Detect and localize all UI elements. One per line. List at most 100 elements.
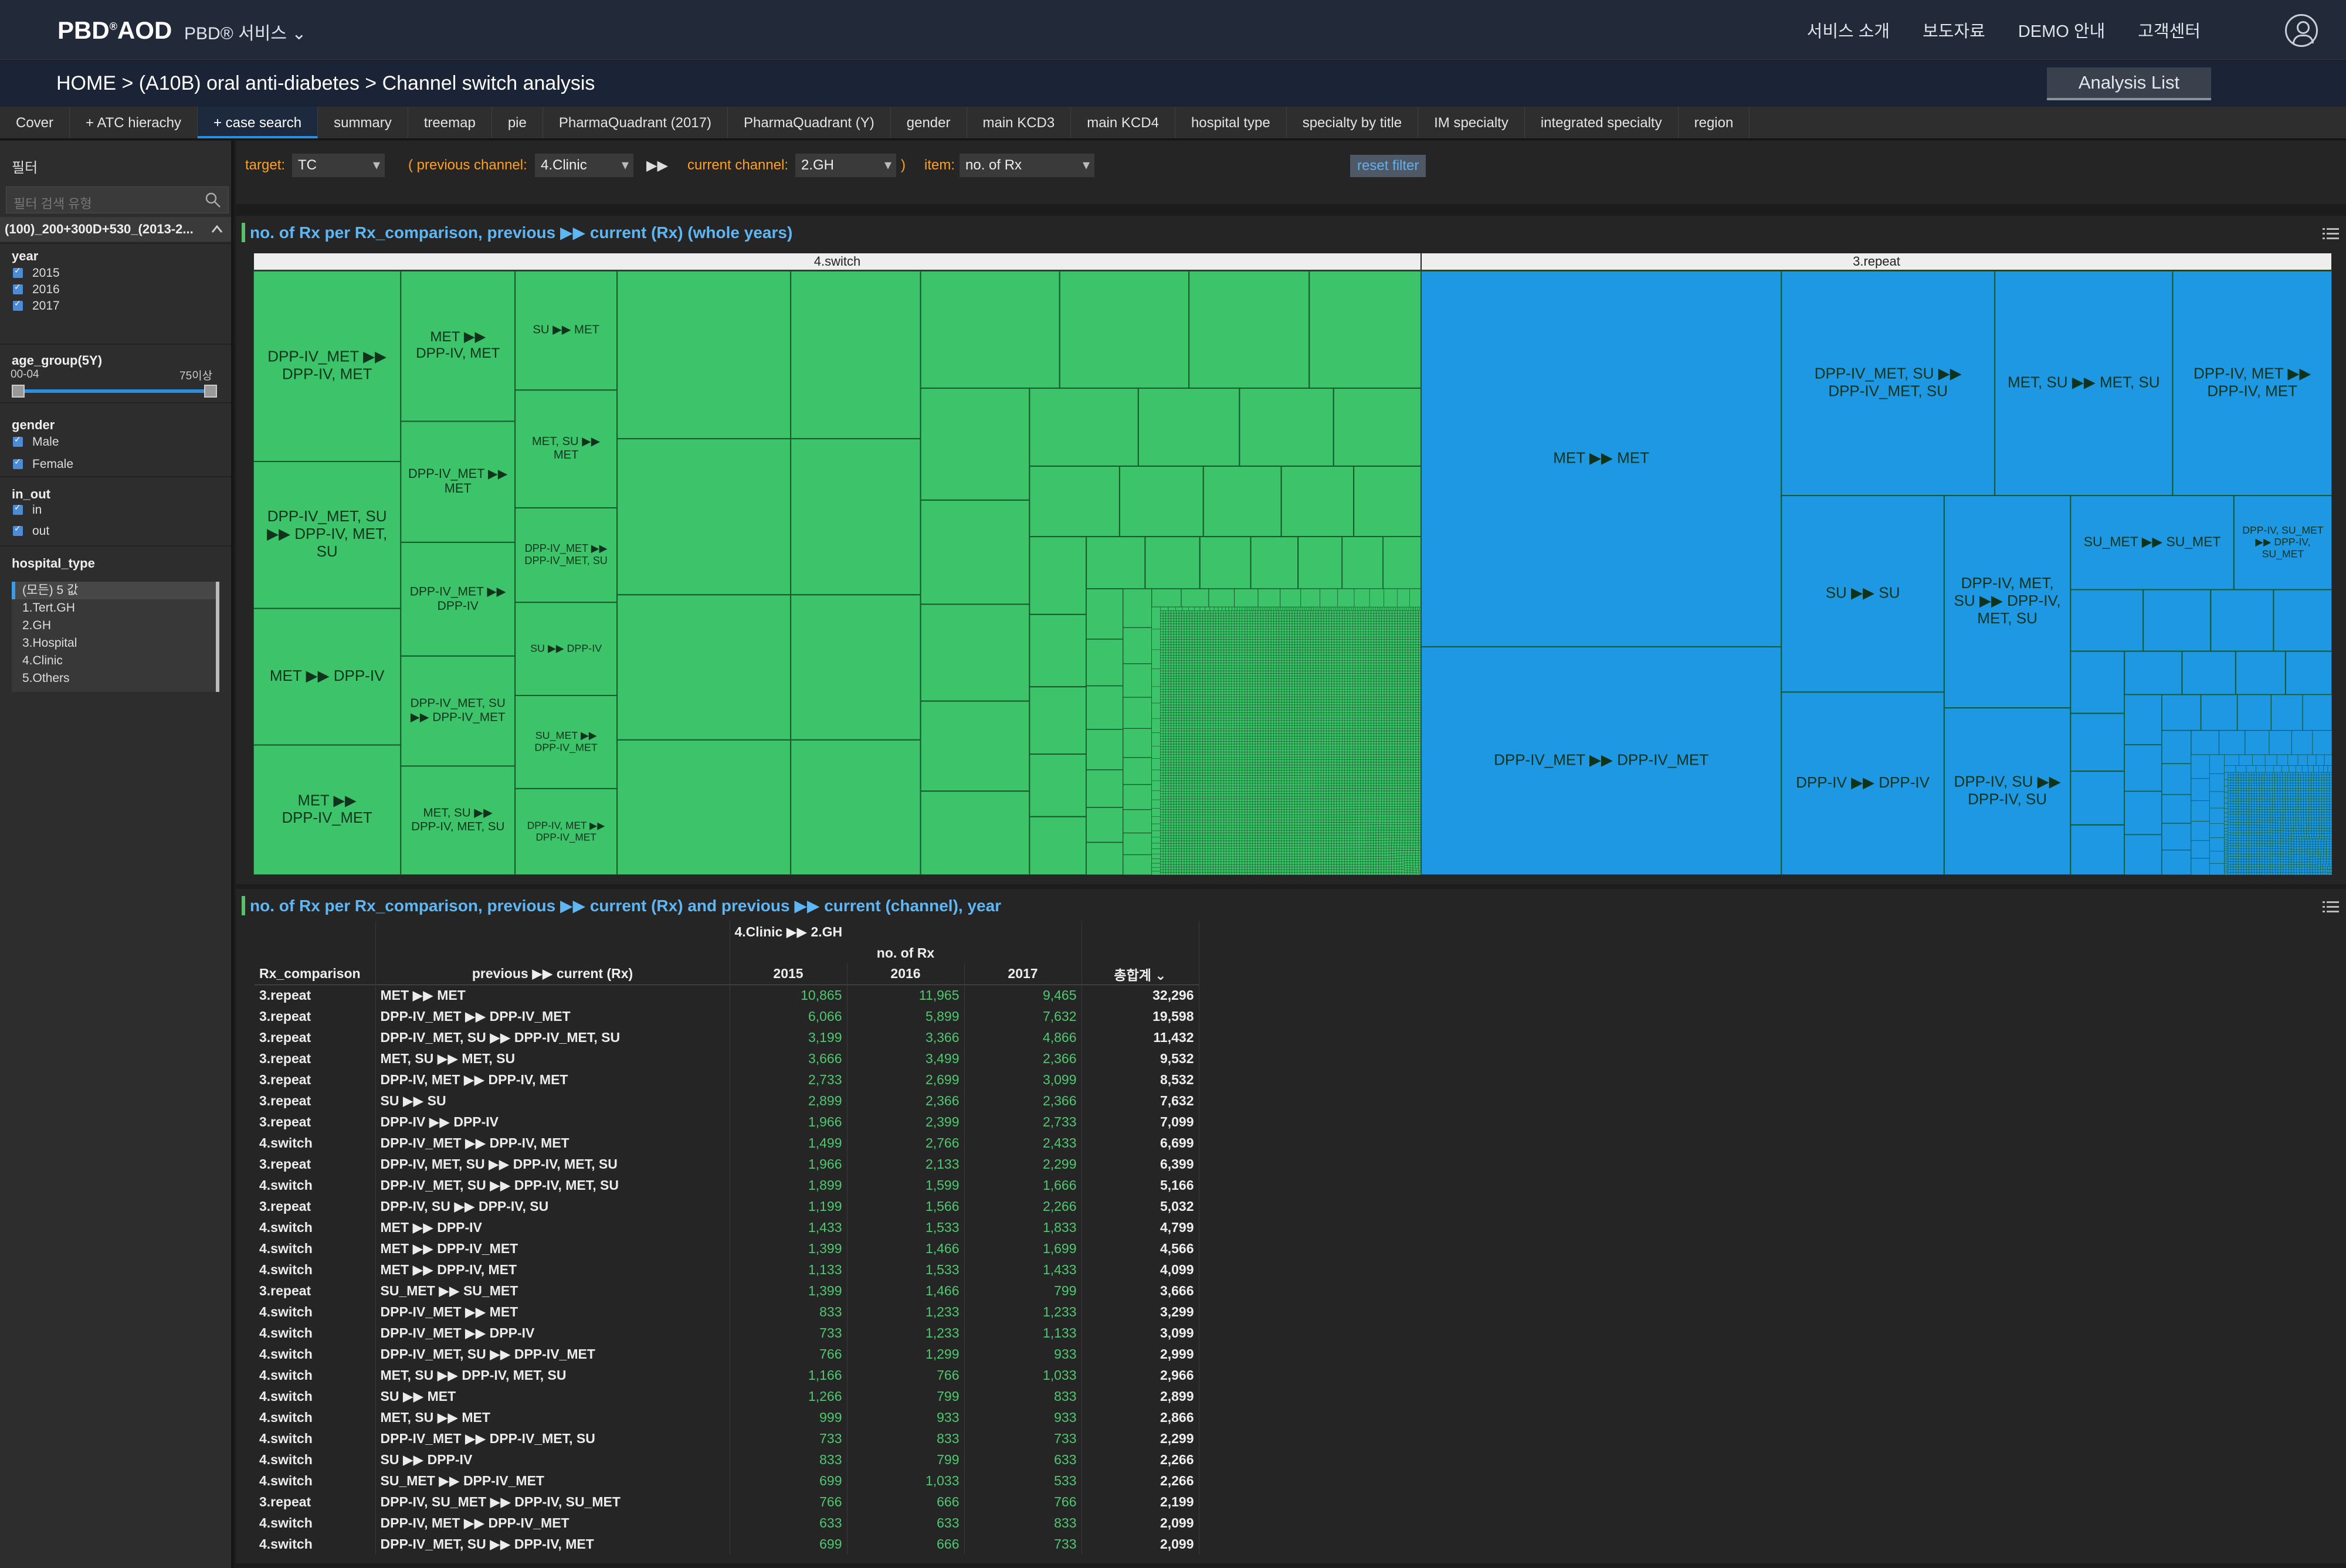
treemap-cell[interactable] — [1171, 694, 1174, 698]
treemap-cell[interactable] — [1389, 632, 1392, 635]
treemap-cell[interactable] — [1410, 632, 1413, 635]
treemap-cell[interactable] — [1181, 665, 1185, 669]
treemap-cell[interactable] — [1310, 616, 1314, 619]
treemap-cell[interactable] — [1399, 636, 1403, 640]
treemap-cell[interactable] — [1215, 738, 1219, 742]
treemap-cell[interactable] — [1410, 626, 1413, 630]
treemap-cell[interactable] — [1352, 639, 1356, 643]
treemap-cell[interactable] — [1226, 809, 1229, 813]
treemap-cell[interactable] — [1171, 767, 1174, 771]
treemap-cell[interactable] — [1215, 851, 1219, 854]
treemap-cell[interactable] — [1194, 775, 1198, 779]
treemap-cell[interactable] — [1221, 738, 1224, 742]
treemap-cell[interactable] — [1413, 652, 1416, 656]
treemap-cell[interactable] — [1226, 790, 1229, 795]
treemap-cell[interactable] — [1186, 678, 1190, 682]
treemap-cell[interactable] — [1184, 752, 1187, 755]
treemap-cell[interactable] — [1313, 668, 1316, 671]
treemap-cell[interactable] — [1218, 793, 1222, 797]
treemap-cell[interactable] — [1202, 733, 1206, 737]
treemap-cell[interactable] — [1342, 626, 1345, 630]
treemap-cell[interactable] — [1178, 702, 1182, 705]
treemap-cell[interactable] — [1316, 650, 1319, 653]
treemap-cell[interactable] — [1165, 820, 1169, 823]
treemap-cell[interactable] — [1352, 623, 1356, 627]
treemap-cell[interactable] — [1229, 616, 1232, 619]
treemap-cell[interactable] — [1305, 618, 1308, 622]
treemap-cell[interactable] — [1186, 869, 1190, 873]
treemap-cell[interactable] — [1289, 676, 1293, 679]
treemap-cell[interactable] — [1389, 657, 1392, 661]
treemap-cell[interactable] — [1307, 663, 1311, 666]
treemap-cell[interactable] — [1186, 657, 1190, 661]
treemap-cell[interactable] — [1410, 639, 1413, 643]
treemap-cell[interactable] — [1194, 783, 1198, 786]
treemap-cell[interactable] — [1242, 618, 1245, 622]
treemap-cell[interactable] — [1186, 736, 1190, 739]
treemap-cell[interactable] — [1205, 741, 1208, 745]
treemap-cell[interactable] — [1323, 642, 1327, 645]
treemap-cell[interactable] — [1268, 618, 1272, 622]
treemap-cell[interactable] — [1208, 697, 1211, 700]
treemap-cell[interactable] — [1215, 668, 1219, 671]
treemap-cell[interactable] — [1176, 663, 1179, 666]
treemap-cell[interactable] — [1086, 807, 1124, 843]
treemap-cell[interactable] — [1162, 712, 1166, 716]
treemap-cell[interactable] — [1413, 613, 1416, 616]
treemap-cell[interactable] — [1394, 610, 1398, 614]
treemap-cell[interactable] — [1305, 616, 1308, 619]
treemap-cell[interactable] — [1257, 652, 1261, 656]
treemap-cell[interactable] — [1210, 864, 1213, 867]
treemap-cell[interactable] — [1270, 639, 1274, 643]
treemap-cell[interactable] — [1168, 699, 1171, 703]
treemap-cell[interactable] — [1184, 623, 1187, 627]
treemap-cell[interactable] — [1199, 812, 1203, 815]
treemap-cell[interactable] — [1178, 684, 1182, 687]
treemap-cell[interactable] — [1376, 663, 1379, 666]
treemap-cell[interactable] — [1192, 626, 1195, 630]
treemap-cell[interactable] — [1226, 801, 1229, 805]
treemap-cell[interactable] — [1176, 765, 1179, 768]
treemap-cell[interactable] — [1365, 647, 1369, 650]
treemap-cell[interactable] — [1162, 780, 1166, 784]
treemap-cell[interactable] — [1234, 644, 1238, 648]
treemap-cell[interactable] — [1337, 621, 1340, 625]
treemap-cell[interactable] — [1186, 849, 1190, 852]
treemap-cell[interactable] — [1197, 752, 1201, 755]
treemap-cell[interactable] — [1316, 670, 1319, 674]
treemap-cell[interactable] — [1247, 652, 1250, 656]
treemap-cell[interactable] — [1239, 626, 1243, 630]
treemap-cell[interactable] — [1173, 697, 1177, 700]
treemap-cell[interactable] — [1215, 812, 1219, 815]
treemap-cell[interactable] — [1184, 759, 1187, 763]
treemap-cell[interactable] — [1226, 663, 1229, 666]
treemap-cell[interactable] — [1376, 673, 1379, 677]
treemap-cell[interactable] — [1029, 816, 1087, 875]
treemap-cell[interactable] — [1192, 864, 1195, 867]
treemap-cell[interactable] — [1194, 762, 1198, 766]
treemap-cell[interactable] — [1192, 657, 1195, 661]
treemap-cell[interactable] — [1202, 783, 1206, 786]
treemap-cell[interactable] — [1226, 702, 1229, 705]
treemap-cell[interactable] — [1287, 606, 1290, 611]
treemap-cell[interactable] — [1323, 634, 1327, 637]
treemap-cell[interactable] — [1208, 723, 1211, 727]
treemap-cell[interactable] — [1165, 616, 1169, 619]
treemap-cell[interactable] — [1160, 765, 1164, 768]
treemap-cell[interactable] — [1171, 623, 1174, 627]
treemap-cell[interactable] — [1365, 632, 1369, 635]
treemap-cell[interactable] — [1165, 793, 1169, 797]
treemap-cell[interactable] — [1215, 759, 1219, 763]
treemap-cell[interactable] — [1186, 814, 1190, 818]
treemap-cell[interactable] — [1181, 655, 1185, 659]
treemap-cell[interactable] — [1192, 736, 1195, 739]
treemap-cell[interactable] — [1291, 678, 1295, 682]
treemap-cell[interactable] — [1233, 681, 1238, 684]
treemap-cell[interactable] — [1178, 824, 1182, 829]
treemap-cell[interactable] — [1226, 715, 1229, 718]
treemap-cell[interactable] — [1176, 812, 1179, 815]
treemap-cell[interactable] — [1171, 613, 1174, 616]
treemap-cell[interactable] — [1294, 660, 1298, 664]
treemap-cell[interactable] — [1354, 588, 1370, 607]
treemap-cell[interactable] — [1189, 629, 1192, 632]
